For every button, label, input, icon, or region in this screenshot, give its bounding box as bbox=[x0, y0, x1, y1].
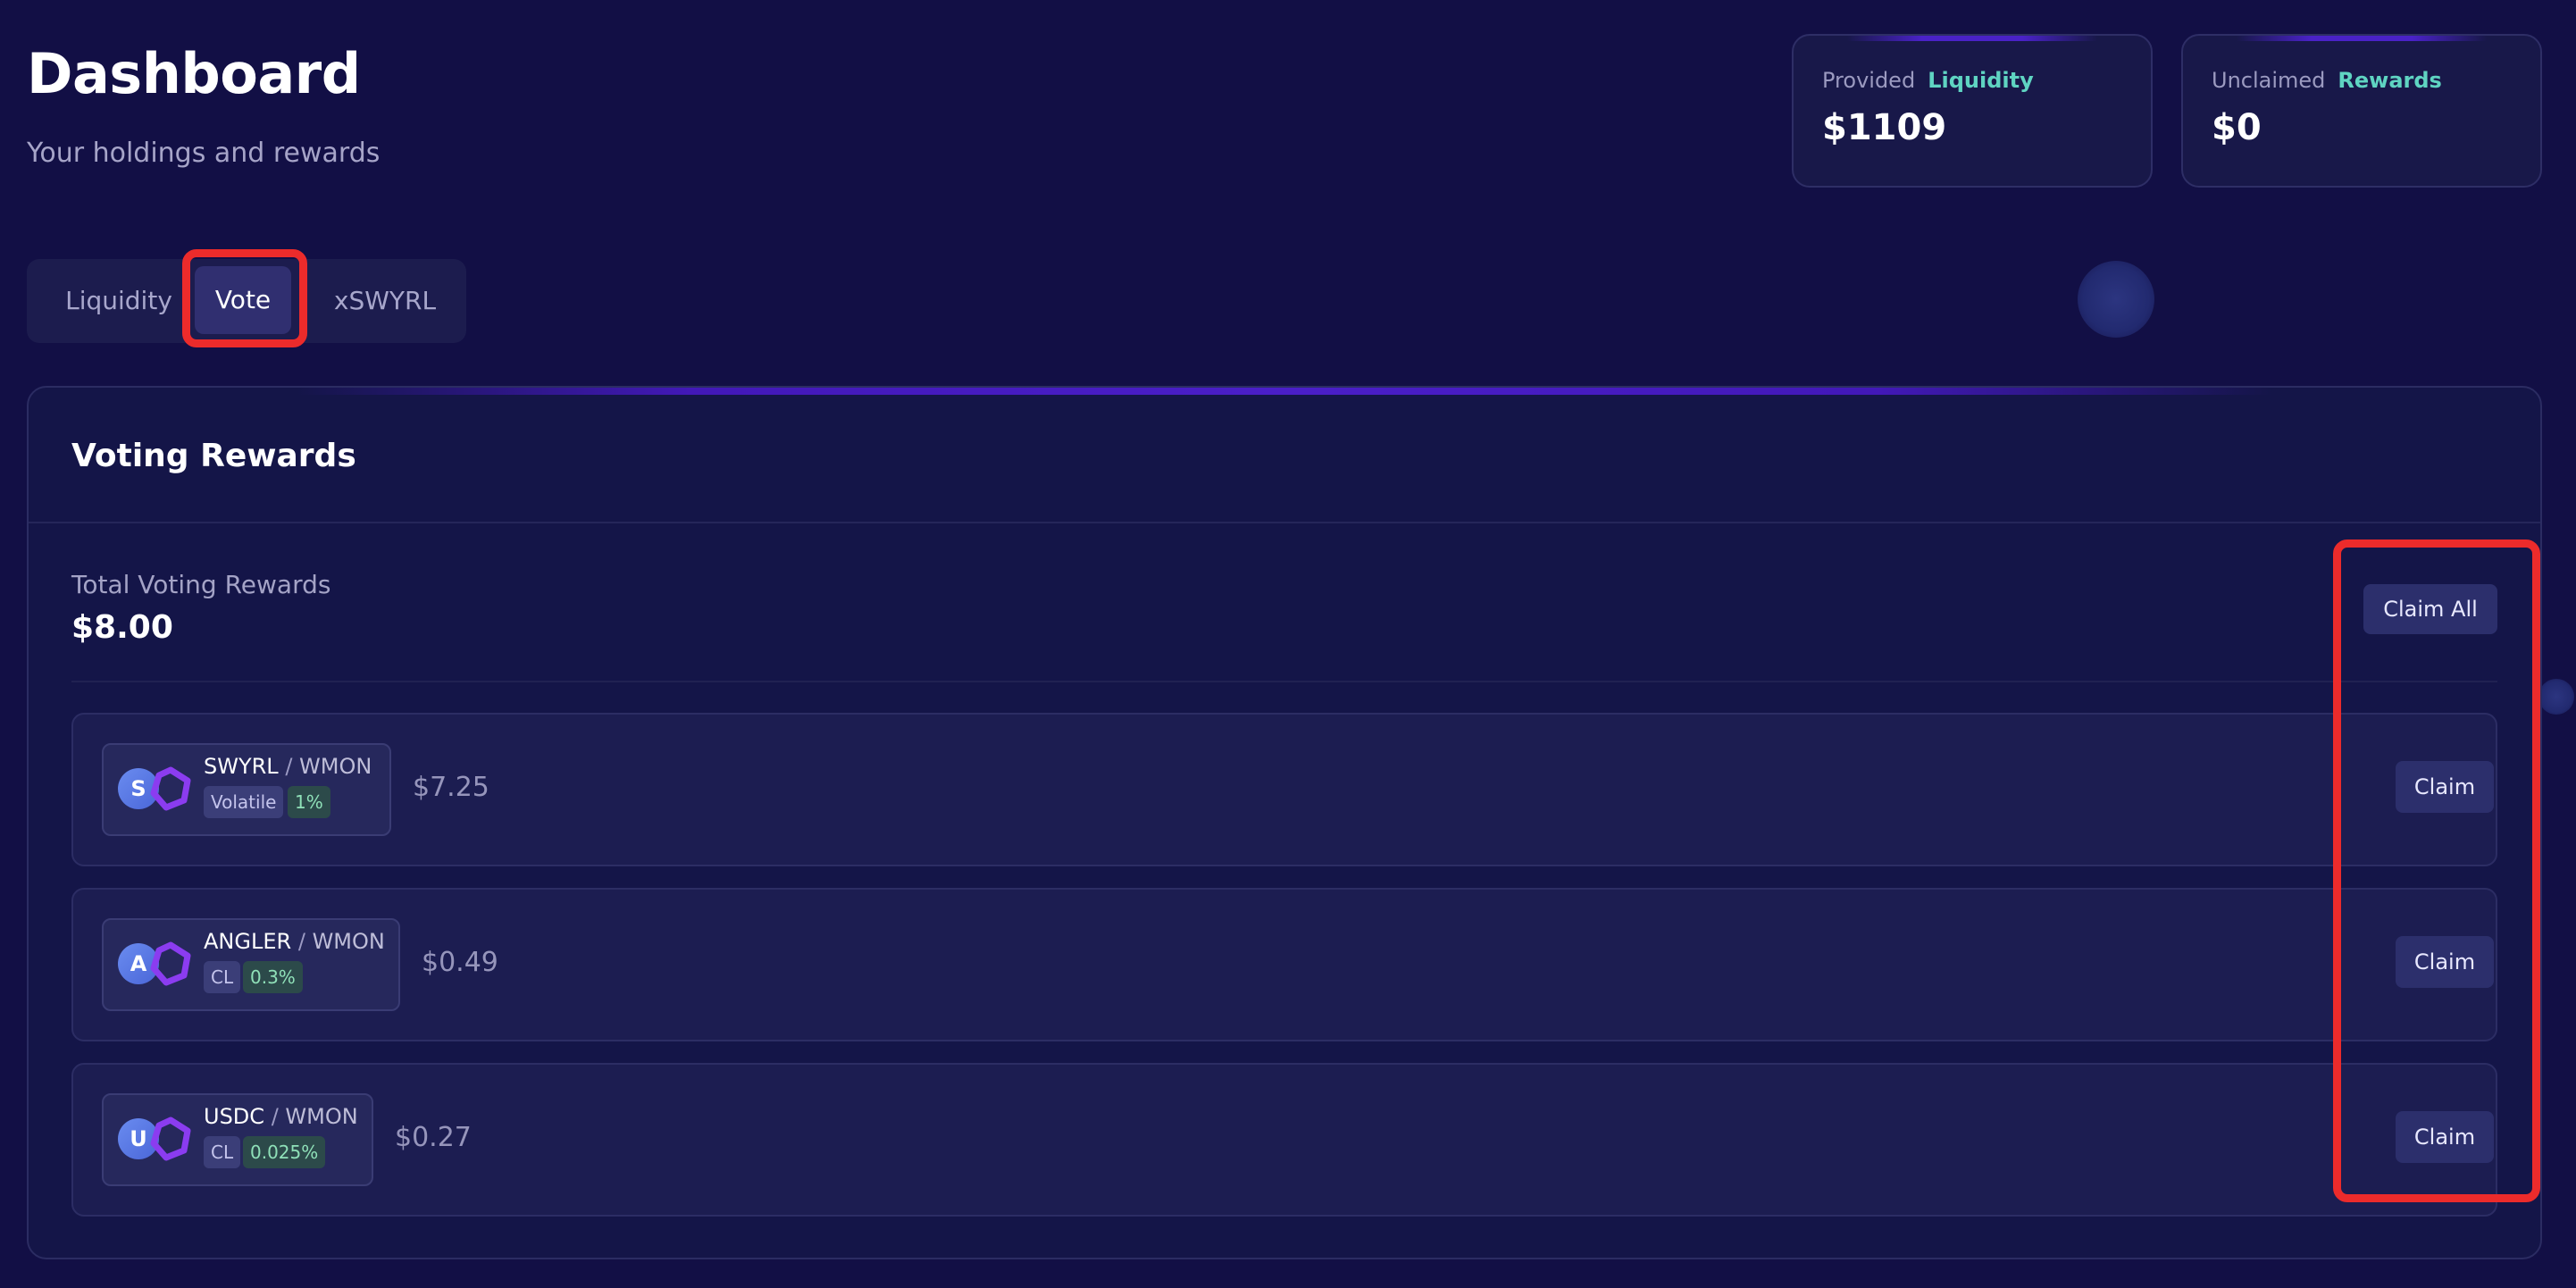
stat-label-accent: Rewards bbox=[2338, 68, 2442, 93]
pool-type-badge: Volatile bbox=[204, 786, 284, 818]
tab-liquidity[interactable]: Liquidity bbox=[34, 259, 204, 343]
vote-tab-highlight bbox=[182, 249, 307, 347]
wmon-token-icon bbox=[150, 766, 191, 811]
dashboard-page: Dashboard Your holdings and rewards Prov… bbox=[0, 0, 2576, 1288]
provided-liquidity-value: $1109 bbox=[1822, 107, 1947, 148]
tab-xswyrl[interactable]: xSWYRL bbox=[318, 259, 452, 343]
reward-amount: $0.27 bbox=[395, 1122, 472, 1153]
stat-label-accent: Liquidity bbox=[1928, 68, 2034, 93]
pair-separator: / bbox=[285, 754, 293, 779]
quote-token: WMON bbox=[312, 929, 385, 954]
pair-name: USDC / WMON bbox=[204, 1104, 358, 1129]
decorative-orb bbox=[2538, 679, 2574, 715]
reward-row: A ANGLER / WMON CL 0.3% $0.49 Claim bbox=[71, 888, 2497, 1041]
page-subtitle: Your holdings and rewards bbox=[27, 138, 381, 169]
unclaimed-rewards-card: Unclaimed Rewards $0 bbox=[2181, 34, 2542, 188]
wmon-token-icon bbox=[150, 1117, 191, 1161]
divider bbox=[29, 522, 2540, 523]
stat-label-text: Provided bbox=[1822, 68, 1916, 93]
fee-badge: 0.025% bbox=[243, 1136, 326, 1168]
reward-row: S SWYRL / WMON Volatile 1% $7.25 Claim bbox=[71, 713, 2497, 866]
total-rewards-label: Total Voting Rewards bbox=[71, 570, 331, 599]
decorative-orb bbox=[2078, 261, 2154, 338]
page-title: Dashboard bbox=[27, 41, 361, 106]
divider bbox=[71, 681, 2497, 682]
base-token: SWYRL bbox=[204, 754, 279, 779]
pair-separator: / bbox=[297, 929, 305, 954]
quote-token: WMON bbox=[285, 1104, 358, 1129]
pool-type-badge: CL bbox=[204, 961, 241, 993]
stat-label: Unclaimed Rewards bbox=[2212, 68, 2442, 93]
pool-pair: S SWYRL / WMON Volatile 1% bbox=[102, 743, 391, 836]
claim-buttons-highlight bbox=[2333, 539, 2540, 1202]
pair-name: ANGLER / WMON bbox=[204, 929, 385, 954]
stat-label: Provided Liquidity bbox=[1822, 68, 2034, 93]
panel-title: Voting Rewards bbox=[71, 438, 356, 474]
total-rewards-value: $8.00 bbox=[71, 609, 173, 646]
reward-amount: $0.49 bbox=[422, 947, 498, 978]
fee-badge: 0.3% bbox=[243, 961, 303, 993]
provided-liquidity-card: Provided Liquidity $1109 bbox=[1792, 34, 2153, 188]
wmon-token-icon bbox=[150, 941, 191, 986]
pair-separator: / bbox=[271, 1104, 279, 1129]
pool-pair: A ANGLER / WMON CL 0.3% bbox=[102, 918, 400, 1011]
stat-label-text: Unclaimed bbox=[2212, 68, 2326, 93]
pair-name: SWYRL / WMON bbox=[204, 754, 372, 779]
pool-pair: U USDC / WMON CL 0.025% bbox=[102, 1093, 373, 1186]
quote-token: WMON bbox=[299, 754, 372, 779]
reward-row: U USDC / WMON CL 0.025% $0.27 Claim bbox=[71, 1063, 2497, 1217]
unclaimed-rewards-value: $0 bbox=[2212, 107, 2262, 148]
reward-amount: $7.25 bbox=[413, 772, 489, 803]
fee-badge: 1% bbox=[288, 786, 330, 818]
base-token: USDC bbox=[204, 1104, 265, 1129]
base-token: ANGLER bbox=[204, 929, 292, 954]
voting-rewards-panel: Voting Rewards Total Voting Rewards $8.0… bbox=[27, 386, 2542, 1259]
pool-type-badge: CL bbox=[204, 1136, 241, 1168]
